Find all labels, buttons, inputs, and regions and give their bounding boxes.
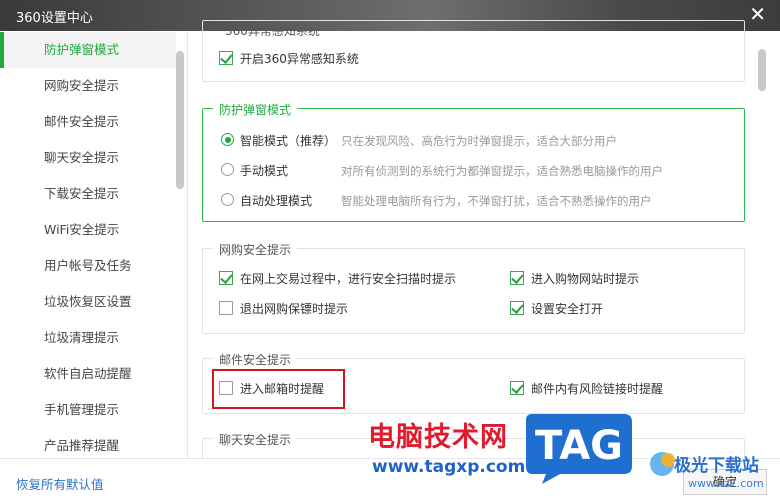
option-label: 手动模式 — [240, 164, 289, 178]
content-scrollbar[interactable] — [758, 49, 766, 91]
group-shopping: 网购安全提示 — [202, 241, 745, 334]
sidebar-item-account[interactable]: 用户帐号及任务 — [0, 248, 176, 284]
sidebar-item-download[interactable]: 下载安全提示 — [0, 176, 176, 212]
sidebar-item-mail[interactable]: 邮件安全提示 — [0, 104, 176, 140]
option-label: 智能模式（推荐） — [240, 134, 337, 148]
watermark-site-name: 电脑技术网 — [368, 422, 508, 453]
tag-logo-icon: TAG — [526, 414, 632, 484]
checkbox-risky-link[interactable] — [510, 381, 524, 395]
window-title: 360设置中心 — [16, 11, 93, 26]
sidebar-item-recommend[interactable]: 产品推荐提醒 — [0, 428, 176, 458]
sidebar-item-wifi[interactable]: WiFi安全提示 — [0, 212, 176, 248]
option-label: 退出网购保镖时提示 — [240, 302, 349, 316]
option-label: 进入购物网站时提示 — [531, 272, 640, 286]
option-label: 开启360异常感知系统 — [240, 52, 359, 66]
desc-smart-mode: 只在发现风险、高危行为时弹窗提示，适合大部分用户 — [341, 134, 617, 148]
group-title-mail: 邮件安全提示 — [213, 351, 298, 368]
close-icon[interactable]: ✕ — [749, 2, 766, 26]
sidebar-item-recycle[interactable]: 垃圾恢复区设置 — [0, 284, 176, 320]
sidebar-item-chat[interactable]: 聊天安全提示 — [0, 140, 176, 176]
checkbox-scan-prompt[interactable] — [219, 271, 233, 285]
sidebar-item-shopping[interactable]: 网购安全提示 — [0, 68, 176, 104]
checkbox-enter-shop[interactable] — [510, 271, 524, 285]
option-label: 在网上交易过程中，进行安全扫描时提示 — [240, 272, 457, 286]
desc-manual-mode: 对所有侦测到的系统行为都弹窗提示，适合熟悉电脑操作的用户 — [341, 164, 663, 178]
sidebar-item-autostart[interactable]: 软件自启动提醒 — [0, 356, 176, 392]
red-highlight-box — [212, 369, 345, 409]
watermark-corner-name: 极光下载站 — [674, 456, 759, 476]
option-label: 设置安全打开 — [531, 302, 604, 316]
sidebar-item-popup-mode[interactable]: 防护弹窗模式 — [0, 32, 176, 68]
group-title-popup-mode: 防护弹窗模式 — [213, 101, 298, 118]
checkbox-exit-guard[interactable] — [219, 301, 233, 315]
tag-logo-text: TAG — [535, 423, 623, 469]
group-title-shopping: 网购安全提示 — [213, 241, 298, 258]
checkbox-safe-open[interactable] — [510, 301, 524, 315]
option-label: 邮件内有风险链接时提醒 — [531, 382, 664, 396]
radio-smart-mode-dot[interactable] — [221, 133, 234, 146]
desc-auto-mode: 智能处理电脑所有行为，不弹窗打扰，适合不熟悉操作的用户 — [341, 194, 652, 208]
option-label: 自动处理模式 — [240, 194, 313, 208]
sidebar-item-phone[interactable]: 手机管理提示 — [0, 392, 176, 428]
watermark-corner-url: www.xz7.com — [688, 477, 764, 490]
radio-manual-mode-dot[interactable] — [221, 163, 234, 176]
watermark-site-url: www.tagxp.com — [372, 457, 526, 477]
sidebar: 防护弹窗模式 网购安全提示 邮件安全提示 聊天安全提示 下载安全提示 WiFi安… — [0, 31, 188, 458]
sidebar-scrollbar[interactable] — [176, 51, 184, 189]
checkbox-enable-anomaly[interactable] — [219, 51, 233, 65]
group-title-chat: 聊天安全提示 — [213, 431, 298, 448]
radio-auto-mode-dot[interactable] — [221, 193, 234, 206]
sidebar-item-cleanup[interactable]: 垃圾清理提示 — [0, 320, 176, 356]
reset-defaults-link[interactable]: 恢复所有默认值 — [16, 474, 104, 493]
